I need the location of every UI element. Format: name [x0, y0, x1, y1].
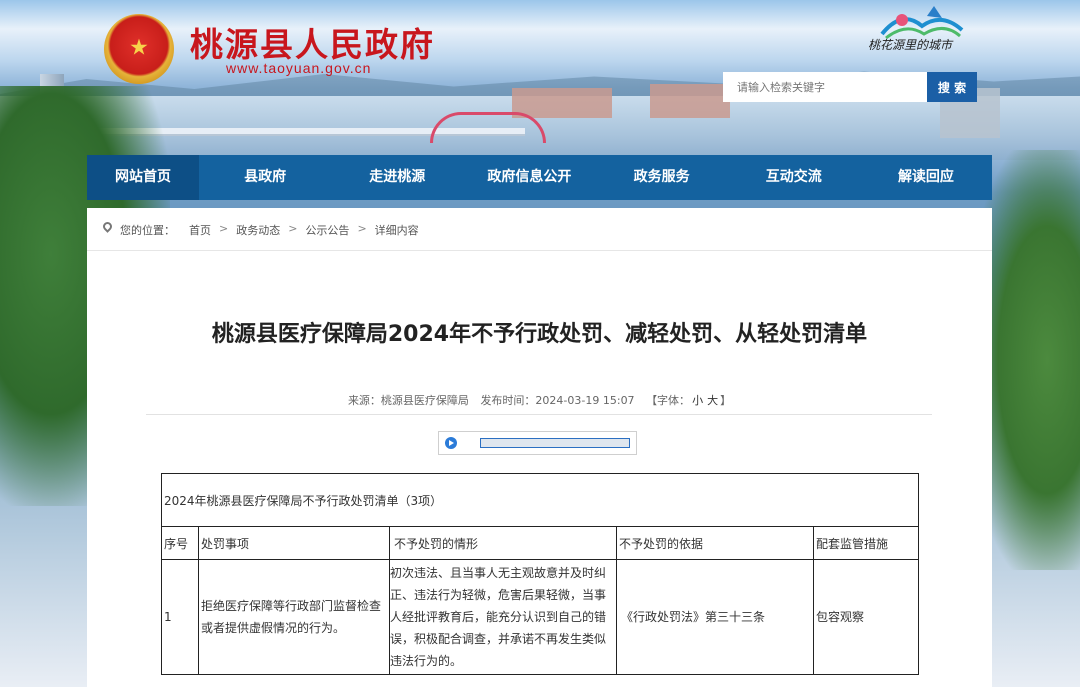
site-title: 桃源县人民政府 — [190, 25, 435, 64]
table-cell-no: 1 — [161, 559, 199, 675]
breadcrumb-news[interactable]: 政务动态 — [236, 222, 280, 238]
table-cell-situation: 初次违法、且当事人无主观故意并及时纠正、违法行为轻微，危害后果轻微，当事人经批评… — [389, 559, 617, 675]
article-meta: 来源：桃源县医疗保障局 发布时间：2024-03-19 15:07 【字体：小大… — [87, 392, 992, 408]
breadcrumb-separator: > — [219, 222, 229, 235]
breadcrumb-separator: > — [288, 222, 298, 235]
nav-item-info-disclosure[interactable]: 政府信息公开 — [463, 155, 595, 200]
article-title: 桃源县医疗保障局2024年不予行政处罚、减轻处罚、从轻处罚清单 — [211, 322, 868, 347]
table-cell-item: 拒绝医疗保障等行政部门监督检查或者提供虚假情况的行为。 — [198, 559, 390, 675]
table-header-measure: 配套监管措施 — [813, 526, 919, 560]
national-emblem-icon: ★ — [104, 14, 174, 84]
audio-progress-bar[interactable] — [480, 438, 630, 448]
breadcrumb-home[interactable]: 首页 — [189, 222, 211, 238]
breadcrumb: 您的位置： 首页 > 政务动态 > 公示公告 > 详细内容 — [87, 208, 992, 251]
search-box: 搜 索 — [723, 72, 977, 102]
banner-buildings — [650, 84, 730, 118]
play-icon[interactable] — [445, 437, 457, 449]
nav-item-about-taoyuan[interactable]: 走进桃源 — [331, 155, 463, 200]
breadcrumb-notices[interactable]: 公示公告 — [305, 222, 349, 238]
table-header-situation: 不予处罚的情形 — [389, 526, 617, 560]
article-source: 来源：桃源县医疗保障局 — [347, 394, 469, 407]
breadcrumb-lead: 您的位置： — [120, 224, 175, 237]
breadcrumb-current: 详细内容 — [374, 224, 419, 237]
nav-item-gov-services[interactable]: 政务服务 — [596, 155, 728, 200]
table-header-basis: 不予处罚的依据 — [616, 526, 814, 560]
nav-item-interpretation[interactable]: 解读回应 — [860, 155, 992, 200]
search-input[interactable] — [723, 72, 927, 102]
font-size-large-link[interactable]: 大 — [707, 394, 718, 407]
table-header-item: 处罚事项 — [198, 526, 390, 560]
meta-divider — [146, 414, 932, 415]
table-caption: 2024年桃源县医疗保障局不予行政处罚清单（3项） — [161, 473, 919, 527]
article-publish-time: 发布时间：2024-03-19 15:07 — [480, 394, 635, 407]
search-button[interactable]: 搜 索 — [927, 72, 977, 102]
audio-player — [438, 431, 637, 455]
location-pin-icon — [101, 220, 114, 233]
nav-item-interaction[interactable]: 互动交流 — [728, 155, 860, 200]
city-slogan: 桃花源里的城市 — [868, 38, 953, 52]
main-nav: 网站首页 县政府 走进桃源 政府信息公开 政务服务 互动交流 解读回应 — [87, 155, 992, 200]
breadcrumb-separator: > — [357, 222, 367, 235]
penalty-table: 2024年桃源县医疗保障局不予行政处罚清单（3项） 序号 处罚事项 不予处罚的情… — [161, 473, 919, 675]
site-url: www.taoyuan.gov.cn — [226, 60, 372, 76]
font-size-open: 【字体： — [646, 394, 691, 407]
content-panel: 您的位置： 首页 > 政务动态 > 公示公告 > 详细内容 桃源县医疗保障局20… — [87, 208, 992, 687]
banner-bridge-arch — [430, 112, 546, 143]
nav-item-county-government[interactable]: 县政府 — [199, 155, 331, 200]
font-size-close: 】 — [720, 394, 732, 407]
table-header-no: 序号 — [161, 526, 199, 560]
table-row: 1 拒绝医疗保障等行政部门监督检查或者提供虚假情况的行为。 初次违法、且当事人无… — [161, 559, 919, 675]
table-cell-measure: 包容观察 — [813, 559, 919, 675]
table-cell-basis: 《行政处罚法》第三十三条 — [616, 559, 814, 675]
font-size-small-link[interactable]: 小 — [692, 394, 703, 407]
nav-item-home[interactable]: 网站首页 — [87, 155, 199, 200]
font-size-control: 【字体：小大】 — [646, 394, 731, 407]
